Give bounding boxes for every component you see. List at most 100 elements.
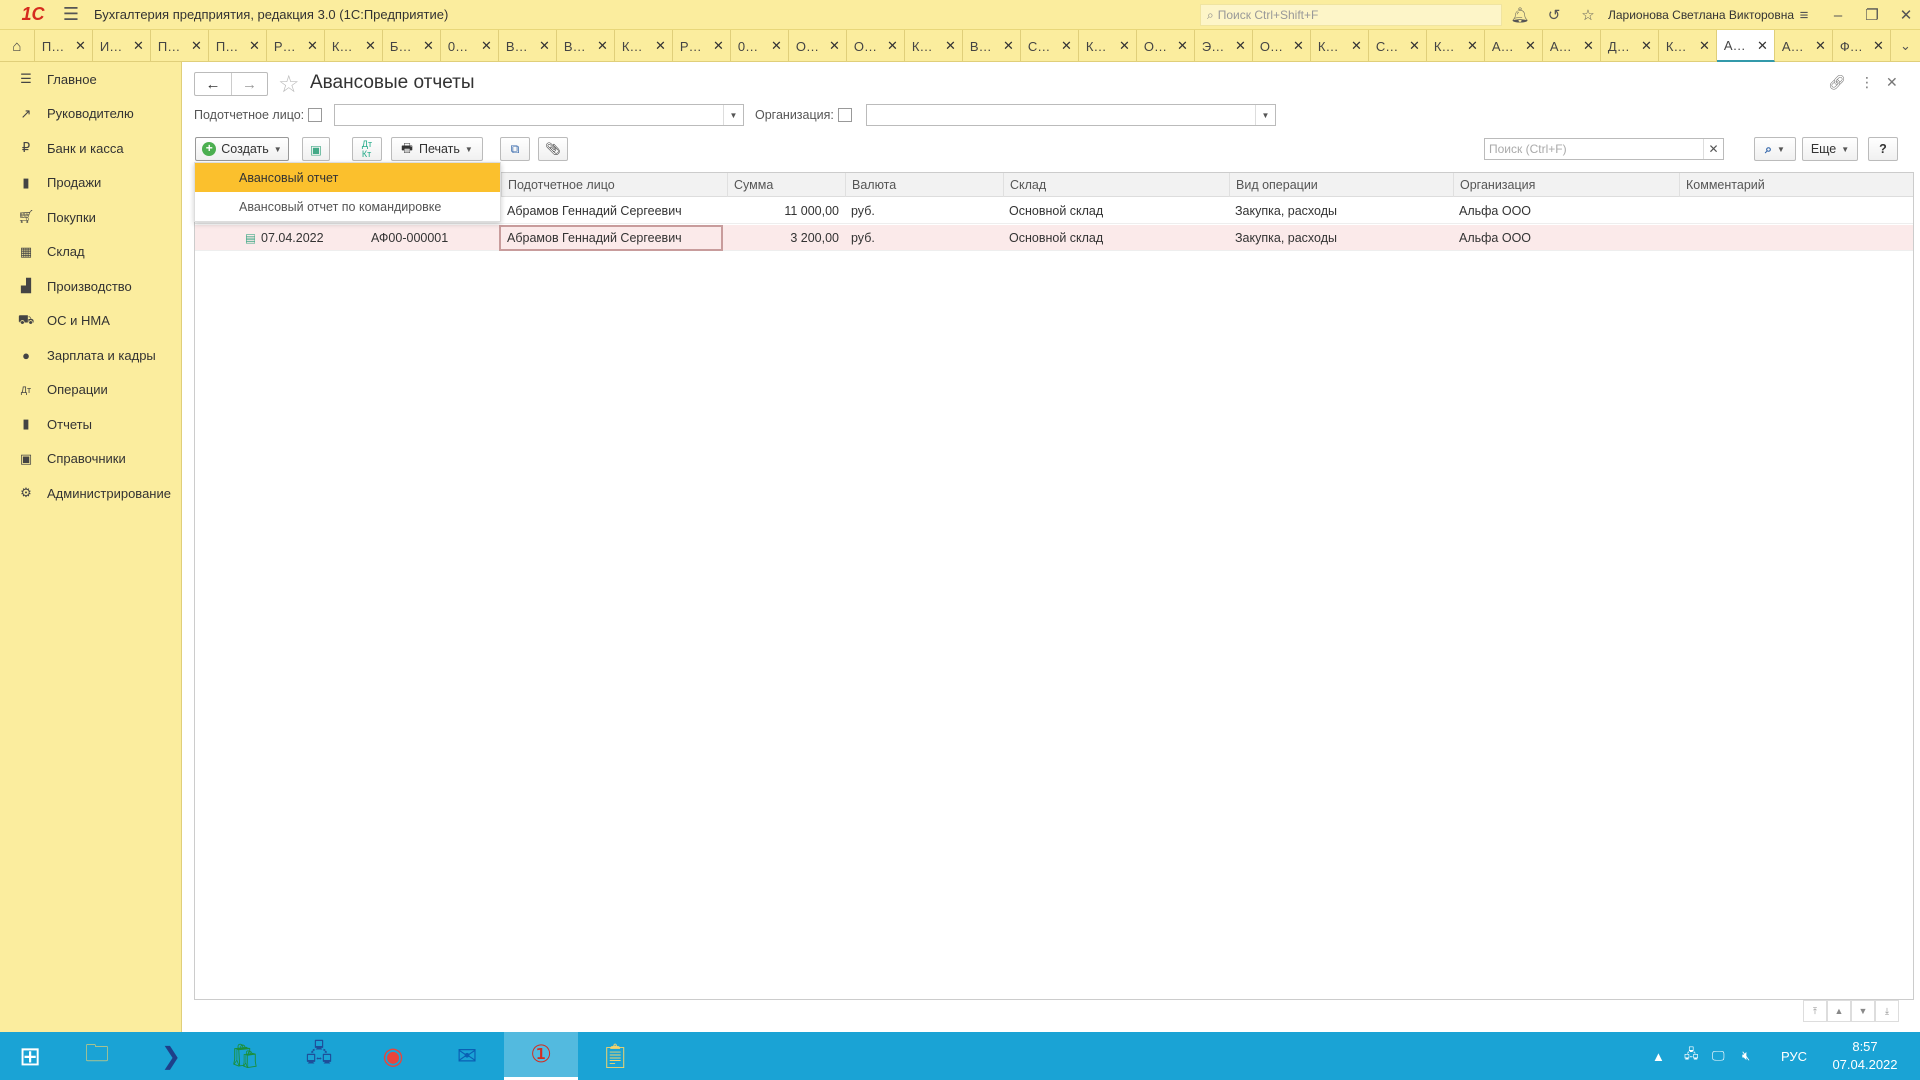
sidebar-item[interactable]: 🛒︎ Покупки xyxy=(0,200,181,235)
forward-arrow-icon[interactable]: → xyxy=(231,73,267,95)
outlook-icon[interactable]: ✉ xyxy=(430,1032,504,1080)
sidebar-item[interactable]: Дт Операции xyxy=(0,373,181,408)
bell-icon[interactable]: 🔔︎ xyxy=(1508,3,1532,27)
close-tab-icon[interactable]: ✕ xyxy=(481,38,492,54)
close-tab-icon[interactable]: ✕ xyxy=(887,38,898,54)
restore-icon[interactable]: ❐ xyxy=(1860,3,1884,27)
close-tab-icon[interactable]: ✕ xyxy=(1293,38,1304,54)
window-tab[interactable]: С… ✕ xyxy=(1021,30,1079,62)
column-header-sum[interactable]: Сумма xyxy=(727,173,845,197)
window-tab[interactable]: П… ✕ xyxy=(151,30,209,62)
close-tab-icon[interactable]: ✕ xyxy=(1583,38,1594,54)
print-button[interactable]: 🖶 Печать ▼ xyxy=(391,137,483,161)
chevron-down-icon[interactable]: ▼ xyxy=(723,105,743,125)
history-icon[interactable]: ↺ xyxy=(1542,3,1566,27)
close-tab-icon[interactable]: ✕ xyxy=(1409,38,1420,54)
window-tab[interactable]: Р… ✕ xyxy=(673,30,731,62)
cell-person[interactable]: Абрамов Геннадий Сергеевич xyxy=(499,225,723,251)
help-button[interactable]: ? xyxy=(1868,137,1898,161)
global-search-input[interactable]: ⌕ Поиск Ctrl+Shift+F xyxy=(1200,4,1502,26)
scroll-down-icon[interactable]: ▼ xyxy=(1851,1000,1875,1022)
close-tab-icon[interactable]: ✕ xyxy=(75,38,86,54)
1c-enterprise-icon[interactable]: ① xyxy=(504,1032,578,1080)
back-arrow-icon[interactable]: ← xyxy=(195,73,231,95)
scroll-bottom-icon[interactable]: ⤓ xyxy=(1875,1000,1899,1022)
window-tab[interactable]: А… ✕ xyxy=(1775,30,1833,62)
sidebar-item[interactable]: ▟ Производство xyxy=(0,269,181,304)
window-tab[interactable]: К… ✕ xyxy=(1427,30,1485,62)
settings-icon[interactable]: ≡ xyxy=(1792,3,1816,27)
window-tab[interactable]: П… ✕ xyxy=(209,30,267,62)
table-row[interactable]: ▤ 07.04.2022 АФ00-000001 Абрамов Геннади… xyxy=(195,225,1913,251)
close-tab-icon[interactable]: ✕ xyxy=(829,38,840,54)
close-tab-icon[interactable]: ✕ xyxy=(1467,38,1478,54)
sidebar-item[interactable]: ⛟ ОС и НМА xyxy=(0,304,181,339)
column-header-warehouse[interactable]: Склад xyxy=(1003,173,1229,197)
window-tab[interactable]: В… ✕ xyxy=(499,30,557,62)
tray-expand-icon[interactable]: ▲ xyxy=(1652,1032,1665,1080)
close-tab-icon[interactable]: ✕ xyxy=(365,38,376,54)
window-tab[interactable]: П… ✕ xyxy=(35,30,93,62)
powershell-icon[interactable]: ❯ xyxy=(134,1032,208,1080)
person-filter-checkbox[interactable] xyxy=(308,108,322,122)
create-button[interactable]: + Создать ▼ xyxy=(195,137,289,161)
add-to-favorites-star-icon[interactable]: ☆ xyxy=(278,70,300,99)
sidebar-item[interactable]: ▦ Склад xyxy=(0,235,181,270)
close-tab-icon[interactable]: ✕ xyxy=(1177,38,1188,54)
close-tab-icon[interactable]: ✕ xyxy=(655,38,666,54)
column-header-organization[interactable]: Организация xyxy=(1453,173,1679,197)
window-tab[interactable]: Б… ✕ xyxy=(383,30,441,62)
window-tab[interactable]: Ф… ✕ xyxy=(1833,30,1891,62)
main-menu-icon[interactable]: ☰ xyxy=(56,0,86,30)
home-icon[interactable]: ⌂ xyxy=(0,30,35,62)
attach-files-button[interactable]: 📎︎ xyxy=(538,137,568,161)
window-tab[interactable]: Э… ✕ xyxy=(1195,30,1253,62)
window-tab[interactable]: О… ✕ xyxy=(847,30,905,62)
close-tab-icon[interactable]: ✕ xyxy=(945,38,956,54)
display-icon[interactable]: 🖵 xyxy=(1712,1032,1725,1080)
window-tab[interactable]: С… ✕ xyxy=(1369,30,1427,62)
close-tab-icon[interactable]: ✕ xyxy=(1003,38,1014,54)
sidebar-item[interactable]: ₽ Банк и касса xyxy=(0,131,181,166)
sidebar-item[interactable]: ▮ Отчеты xyxy=(0,407,181,442)
window-tab[interactable]: О… ✕ xyxy=(1137,30,1195,62)
window-tab[interactable]: К… ✕ xyxy=(1659,30,1717,62)
windows-start-icon[interactable]: ⊞ xyxy=(0,1032,60,1080)
close-tab-icon[interactable]: ✕ xyxy=(771,38,782,54)
chevron-down-icon[interactable]: ▼ xyxy=(1255,105,1275,125)
link-icon[interactable]: 🔗︎ xyxy=(1828,74,1846,91)
window-tab[interactable]: 0… ✕ xyxy=(731,30,789,62)
sidebar-item[interactable]: ↗ Руководителю xyxy=(0,97,181,132)
close-tab-icon[interactable]: ✕ xyxy=(1641,38,1652,54)
window-tab[interactable]: И… ✕ xyxy=(93,30,151,62)
sidebar-item[interactable]: ☰ Главное xyxy=(0,62,181,97)
more-button[interactable]: Еще ▼ xyxy=(1802,137,1858,161)
close-tab-icon[interactable]: ✕ xyxy=(1873,38,1884,54)
system-clock[interactable]: 8:57 07.04.2022 xyxy=(1820,1038,1910,1074)
column-header-currency[interactable]: Валюта xyxy=(845,173,1003,197)
close-tab-icon[interactable]: ✕ xyxy=(539,38,550,54)
close-tab-icon[interactable]: ✕ xyxy=(1757,38,1768,54)
window-tab[interactable]: К… ✕ xyxy=(905,30,963,62)
scroll-up-icon[interactable]: ▲ xyxy=(1827,1000,1851,1022)
window-tab[interactable]: О… ✕ xyxy=(789,30,847,62)
menu-item-advance-report[interactable]: Авансовый отчет xyxy=(195,163,500,192)
volume-muted-icon[interactable]: 🔇︎ xyxy=(1742,1032,1750,1080)
sidebar-item[interactable]: ● Зарплата и кадры xyxy=(0,338,181,373)
close-tab-icon[interactable]: ✕ xyxy=(133,38,144,54)
close-tab-icon[interactable]: ✕ xyxy=(1061,38,1072,54)
window-tab[interactable]: А… ✕ xyxy=(1485,30,1543,62)
clear-search-icon[interactable]: ✕ xyxy=(1703,139,1723,159)
close-tab-icon[interactable]: ✕ xyxy=(597,38,608,54)
org-filter-checkbox[interactable] xyxy=(838,108,852,122)
window-tab[interactable]: Р… ✕ xyxy=(267,30,325,62)
close-tab-icon[interactable]: ✕ xyxy=(307,38,318,54)
org-filter-field[interactable]: ▼ xyxy=(866,104,1276,126)
window-tab[interactable]: В… ✕ xyxy=(963,30,1021,62)
window-tab[interactable]: К… ✕ xyxy=(325,30,383,62)
menu-item-advance-report-business-trip[interactable]: Авансовый отчет по командировке xyxy=(195,192,500,221)
column-header-operation[interactable]: Вид операции xyxy=(1229,173,1453,197)
window-tab[interactable]: 0… ✕ xyxy=(441,30,499,62)
sidebar-item[interactable]: ⚙ Администрирование xyxy=(0,476,181,511)
search-button[interactable]: ⌕ ▼ xyxy=(1754,137,1796,161)
